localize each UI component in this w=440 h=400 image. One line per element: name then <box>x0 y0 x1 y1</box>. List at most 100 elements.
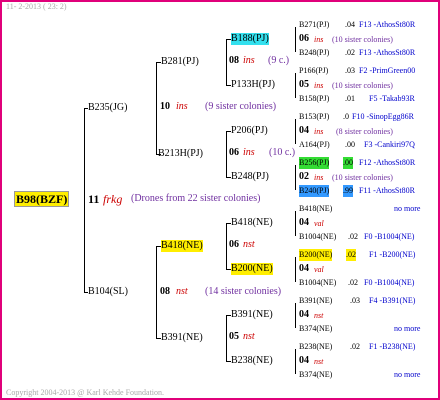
gen4-code: F10 -SinopEgg86R <box>352 112 415 121</box>
gen4-val: .01 <box>345 94 355 103</box>
gen1-queen[interactable]: B104(SL) <box>88 286 128 298</box>
gen3-tag: val <box>314 219 324 228</box>
root-queen[interactable]: B98(BZF) <box>14 191 70 207</box>
gen1-tag: ins <box>176 101 188 112</box>
gen4-code: no more <box>394 370 421 379</box>
gen3-queen[interactable]: B418(NE) <box>231 217 273 229</box>
gen2-queen[interactable]: B418(NE) <box>161 240 203 252</box>
gen3-num: 04 <box>299 125 309 136</box>
gen4-val: .02 <box>348 232 358 241</box>
gen4-queen[interactable]: B238(NE) <box>299 341 332 353</box>
gen2-num: 06 <box>229 147 239 158</box>
gen2-note: (10 c.) <box>269 147 296 158</box>
gen4-val: .04 <box>345 20 355 29</box>
gen3-queen[interactable]: P133H(PJ) <box>231 79 275 91</box>
gen4-queen[interactable]: B240(PJ) <box>299 185 330 197</box>
gen3-note: (10 sister colonies) <box>332 173 393 182</box>
connector <box>295 303 296 328</box>
gen3-tag: ins <box>314 127 324 136</box>
gen4-val: .02 <box>350 342 360 351</box>
gen4-code: F13 -AthosSt80R <box>359 48 416 57</box>
gen3-num: 04 <box>299 217 309 228</box>
gen3-tag: ins <box>314 35 324 44</box>
connector <box>295 165 296 190</box>
gen3-tag: ins <box>314 81 324 90</box>
gen4-code: F12 -AthosSt80R <box>359 158 416 167</box>
gen3-note: (10 sister colonies) <box>332 35 393 44</box>
gen4-queen[interactable]: A164(PJ) <box>299 139 330 151</box>
connector <box>295 349 296 374</box>
gen4-code: F3 -Cankiri97Q <box>364 140 415 149</box>
root-tag: frkg <box>103 192 123 206</box>
gen4-queen[interactable]: B374(NE) <box>299 323 332 335</box>
gen3-num: 05 <box>299 79 309 90</box>
gen4-queen[interactable]: B248(PJ) <box>299 47 329 59</box>
copyright: Copyright 2004-2013 @ Karl Kehde Foundat… <box>6 388 165 397</box>
gen4-queen[interactable]: B200(NE) <box>299 249 333 261</box>
connector <box>226 315 227 361</box>
gen4-code: F4 -B391(NE) <box>369 296 416 305</box>
gen3-num: 02 <box>299 171 309 182</box>
gen3-queen[interactable]: B238(NE) <box>231 355 273 367</box>
gen3-tag: nst <box>314 311 324 320</box>
gen3-tag: nst <box>314 357 324 366</box>
gen4-val: .03 <box>345 66 355 75</box>
gen1-num: 08 <box>160 286 170 297</box>
gen4-code: F13 -AthosSt80R <box>359 20 416 29</box>
gen4-queen[interactable]: P166(PJ) <box>299 65 328 77</box>
gen4-queen[interactable]: B391(NE) <box>299 295 332 307</box>
gen3-num: 04 <box>299 309 309 320</box>
connector <box>295 73 296 98</box>
gen4-queen[interactable]: B418(NE) <box>299 203 332 215</box>
gen4-code: F11 -AthosSt80R <box>359 186 415 195</box>
gen1-note: (14 sister colonies) <box>205 286 282 297</box>
gen4-queen[interactable]: B158(PJ) <box>299 93 329 105</box>
gen4-val: .02 <box>346 249 356 261</box>
gen4-queen[interactable]: B271(PJ) <box>299 19 329 31</box>
connector <box>295 119 296 144</box>
gen3-queen[interactable]: B200(NE) <box>231 263 273 275</box>
gen4-code: F1 -B200(NE) <box>369 250 416 259</box>
gen3-queen[interactable]: P206(PJ) <box>231 125 268 137</box>
gen2-queen[interactable]: B281(PJ) <box>161 56 199 68</box>
gen4-val: .00 <box>343 157 353 169</box>
gen2-num: 05 <box>229 331 239 342</box>
gen4-code: F2 -PrimGreen00 <box>359 66 416 75</box>
connector <box>156 246 157 338</box>
gen3-queen[interactable]: B248(PJ) <box>231 171 269 183</box>
gen4-val: .02 <box>345 48 355 57</box>
gen2-num: 06 <box>229 239 239 250</box>
gen3-note: (10 sister colonies) <box>332 81 393 90</box>
gen1-num: 10 <box>160 101 170 112</box>
timestamp: 11- 2-2013 ( 23: 2) <box>6 2 67 11</box>
root-note: (Drones from 22 sister colonies) <box>131 193 261 204</box>
gen1-tag: nst <box>176 286 188 297</box>
connector <box>226 39 227 85</box>
gen2-tag: nst <box>243 331 255 342</box>
gen4-queen[interactable]: B1004(NE) <box>299 277 336 289</box>
gen3-queen[interactable]: B188(PJ) <box>231 33 269 45</box>
gen2-queen[interactable]: B213H(PJ) <box>158 148 203 160</box>
gen4-code: F5 -Takab93R <box>369 94 415 103</box>
connector <box>84 108 85 293</box>
gen3-tag: ins <box>314 173 324 182</box>
gen4-queen[interactable]: B153(PJ) <box>299 111 329 123</box>
gen4-val: .00 <box>345 140 355 149</box>
connector <box>295 257 296 282</box>
connector <box>226 131 227 177</box>
gen2-queen[interactable]: B391(NE) <box>161 332 203 344</box>
gen3-num: 06 <box>299 33 309 44</box>
root-num: 11 <box>88 192 100 206</box>
gen4-queen[interactable]: B1004(NE) <box>299 231 336 243</box>
gen3-num: 04 <box>299 355 309 366</box>
gen1-queen[interactable]: B235(JG) <box>88 102 127 114</box>
gen1-note: (9 sister colonies) <box>205 101 277 112</box>
gen4-code: F1 -B238(NE) <box>369 342 416 351</box>
gen4-queen[interactable]: B256(PJ) <box>299 157 330 169</box>
connector <box>295 211 296 236</box>
gen3-queen[interactable]: B391(NE) <box>231 309 273 321</box>
gen4-code: no more <box>394 204 421 213</box>
gen4-queen[interactable]: B374(NE) <box>299 369 332 381</box>
gen4-val: .02 <box>348 278 358 287</box>
gen2-tag: nst <box>243 239 255 250</box>
